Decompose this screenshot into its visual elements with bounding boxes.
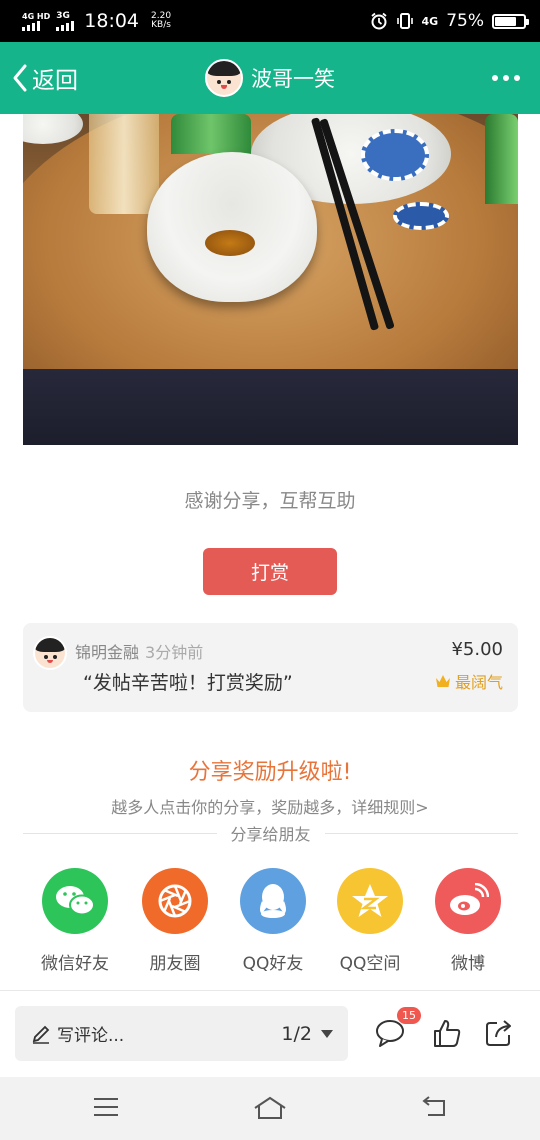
tipper-name[interactable]: 锦明金融 [75,643,139,662]
tip-badge: 最阔气 [435,669,503,693]
share-rules-link[interactable]: 越多人点击你的分享，奖励越多，详细规则> [0,794,540,818]
comment-placeholder: 写评论... [57,1026,125,1046]
tip-button[interactable]: 打赏 [203,548,337,595]
post-image[interactable] [23,114,518,445]
share-friends-label: 分享给朋友 [230,825,311,844]
tipper-avatar[interactable] [33,636,67,670]
tip-time: 3分钟前 [145,643,204,662]
status-time: 18:04 [84,10,140,32]
system-nav-bar [0,1077,540,1140]
share-friends-divider: 分享给朋友 [23,822,519,844]
share-qzone-button[interactable]: QQ空间 [325,868,415,974]
more-options-button[interactable] [492,42,520,114]
qq-icon [240,868,306,934]
back-label: 返回 [32,68,78,94]
share-qq-button[interactable]: QQ好友 [228,868,318,974]
weibo-icon [435,868,501,934]
home-icon[interactable] [252,1095,288,1121]
share-reward-title: 分享奖励升级啦! [188,760,352,785]
qzone-icon [337,868,403,934]
battery-icon [492,13,529,29]
author-avatar[interactable] [205,59,243,97]
share-wechat-button[interactable]: 微信好友 [30,868,120,974]
pencil-icon [32,1025,50,1044]
signal-3g-icon: 3G [56,11,75,31]
share-moments-button[interactable]: 朋友圈 [130,868,220,974]
bottom-action-bar: 写评论... 1/2 15 [0,990,540,1077]
chevron-left-icon [13,64,27,92]
author-header[interactable]: 波哥一笑 [205,42,335,114]
crown-icon [435,675,450,687]
share-weibo-button[interactable]: 微博 [423,868,513,974]
caret-down-icon [321,1029,333,1038]
status-bar: 4G HD 3G 18:04 2.20 KB/s 4G 75% [0,0,540,42]
nav-bar: 返回 波哥一笑 [0,42,540,114]
comment-input[interactable]: 写评论... 1/2 [15,1006,348,1061]
network-4g-label: 4G [421,14,439,28]
alarm-icon [370,12,387,30]
wechat-icon [42,868,108,934]
like-icon[interactable] [432,1018,462,1048]
share-icon[interactable] [484,1018,514,1048]
moments-icon [142,868,208,934]
thanks-text: 感谢分享，互帮互助 [184,490,356,512]
back-button[interactable]: 返回 [10,42,78,114]
signal-4g-icon: 4G HD [22,12,50,31]
comment-count-badge: 15 [397,1007,421,1024]
battery-percent: 75% [446,11,484,31]
author-name: 波哥一笑 [251,67,335,91]
vibrate-icon [396,13,413,29]
tip-amount: ¥5.00 [451,639,503,660]
back-nav-icon[interactable] [420,1095,448,1119]
menu-icon[interactable] [92,1095,120,1119]
page-selector[interactable]: 1/2 [281,1023,334,1045]
network-speed: 2.20 KB/s [151,11,172,30]
tip-record-card: 锦明金融 3分钟前 “发帖辛苦啦！打赏奖励” ¥5.00 最阔气 [23,623,518,712]
tip-message: “发帖辛苦啦！打赏奖励” [83,672,293,694]
